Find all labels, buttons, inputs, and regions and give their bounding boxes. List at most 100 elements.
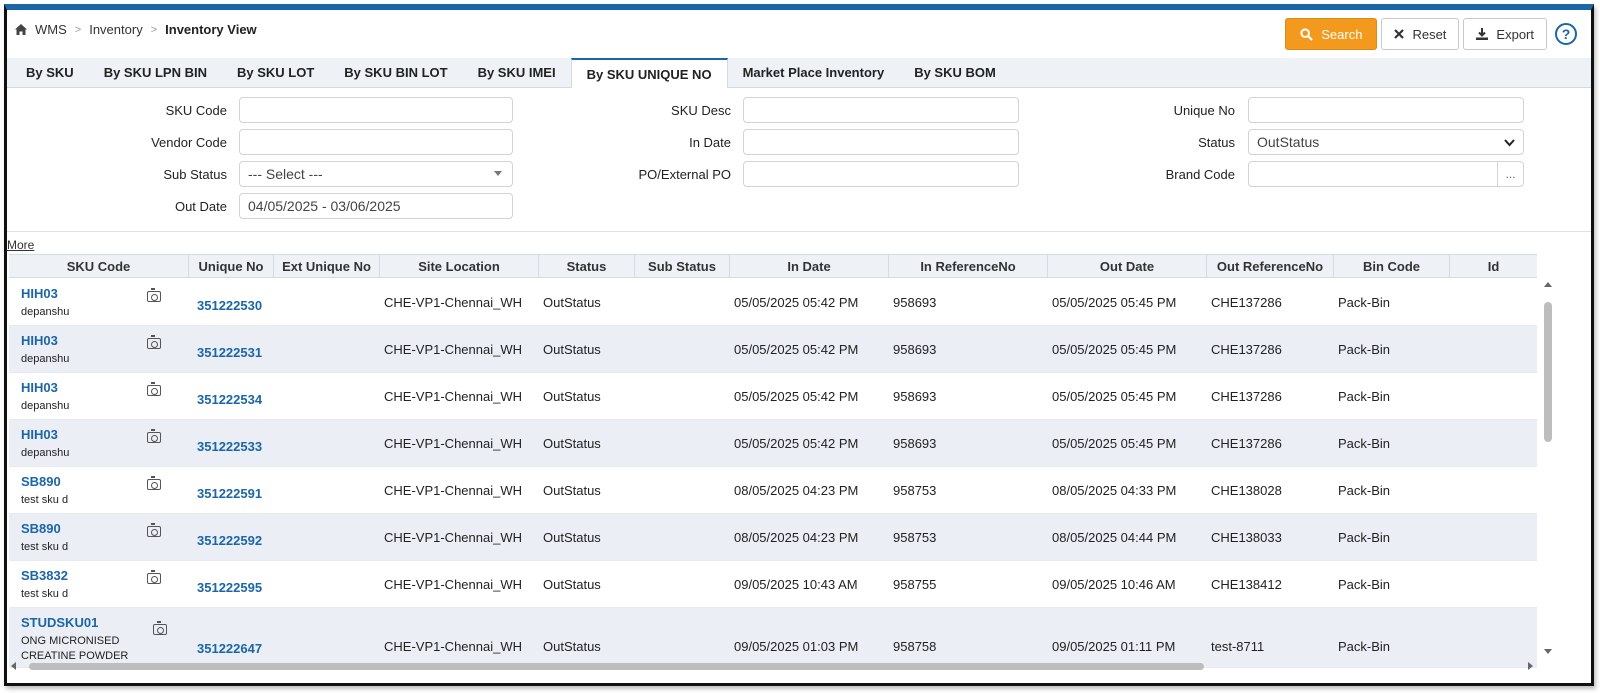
- sku-code-input[interactable]: [239, 97, 513, 123]
- tab-by-sku-lot[interactable]: By SKU LOT: [222, 58, 329, 87]
- scroll-up-icon[interactable]: [1544, 282, 1552, 287]
- tab-by-sku-unique-no[interactable]: By SKU UNIQUE NO: [570, 58, 728, 88]
- brand-code-input[interactable]: ...: [1248, 161, 1524, 187]
- ext-unique-no-cell: [274, 420, 380, 466]
- table-row[interactable]: HIH03 depanshu 351222533 CHE-VP1-Chennai_WH…: [9, 420, 1537, 467]
- sku-code-link[interactable]: HIH03: [21, 380, 58, 395]
- brand-code-lookup-button[interactable]: ...: [1497, 162, 1523, 186]
- table-row[interactable]: SB890 test sku d 351222591 CHE-VP1-Chennai_…: [9, 467, 1537, 514]
- vendor-code-input[interactable]: [239, 129, 513, 155]
- sku-code-link[interactable]: HIH03: [21, 286, 58, 301]
- tab-by-sku-lpn-bin[interactable]: By SKU LPN BIN: [89, 58, 222, 87]
- camera-icon[interactable]: [147, 335, 161, 349]
- id-cell: [1450, 420, 1537, 466]
- scroll-right-icon[interactable]: [1528, 662, 1533, 670]
- column-header-unique-no[interactable]: Unique No: [189, 255, 274, 277]
- table-row[interactable]: STUDSKU01 ONG MICRONISED CREATINE POWDER 3…: [9, 608, 1537, 668]
- column-header-out-reference-no[interactable]: Out ReferenceNo: [1207, 255, 1334, 277]
- sku-code-link[interactable]: HIH03: [21, 333, 58, 348]
- table-row[interactable]: HIH03 depanshu 351222534 CHE-VP1-Chennai_WH…: [9, 373, 1537, 420]
- column-header-site-location[interactable]: Site Location: [380, 255, 539, 277]
- camera-icon[interactable]: [147, 476, 161, 490]
- breadcrumb-inventory[interactable]: Inventory: [89, 22, 142, 37]
- sub-status-select[interactable]: --- Select ---: [239, 161, 513, 187]
- reset-button[interactable]: Reset: [1381, 18, 1460, 50]
- column-header-status[interactable]: Status: [539, 255, 635, 277]
- tab-by-sku-imei[interactable]: By SKU IMEI: [463, 58, 571, 87]
- status-select[interactable]: OutStatus: [1248, 129, 1524, 155]
- unique-no-input[interactable]: [1248, 97, 1524, 123]
- camera-icon[interactable]: [147, 429, 161, 443]
- in-date-cell: 05/05/2025 05:42 PM: [734, 388, 859, 404]
- ext-unique-no-cell: [274, 608, 380, 667]
- horizontal-scroll-thumb[interactable]: [29, 663, 1204, 670]
- camera-icon[interactable]: [147, 382, 161, 396]
- column-header-in-date[interactable]: In Date: [730, 255, 889, 277]
- sub-status-cell: [635, 561, 730, 607]
- breadcrumb: WMS > Inventory > Inventory View: [15, 22, 257, 37]
- search-icon: [1300, 27, 1314, 41]
- out-date-cell: 08/05/2025 04:44 PM: [1052, 529, 1177, 545]
- in-reference-no-cell: 958693: [893, 435, 937, 451]
- table-row[interactable]: HIH03 depanshu 351222531 CHE-VP1-Chennai_WH…: [9, 326, 1537, 373]
- id-cell: [1450, 467, 1537, 513]
- column-header-out-date[interactable]: Out Date: [1048, 255, 1207, 277]
- camera-icon[interactable]: [147, 288, 161, 302]
- sku-code-cell: HIH03 depanshu: [9, 373, 189, 419]
- unique-no-link[interactable]: 351222531: [189, 326, 274, 372]
- table-row[interactable]: SB3832 test sku d 351222595 CHE-VP1-Chennai…: [9, 561, 1537, 608]
- out-reference-no-cell: CHE138033: [1211, 529, 1282, 545]
- unique-no-link[interactable]: 351222647: [189, 608, 274, 667]
- unique-no-link[interactable]: 351222533: [189, 420, 274, 466]
- app-window: WMS > Inventory > Inventory View Search …: [4, 4, 1594, 686]
- scroll-down-icon[interactable]: [1544, 649, 1552, 654]
- in-date-input[interactable]: [743, 129, 1019, 155]
- sku-code-link[interactable]: SB890: [21, 521, 61, 536]
- sub-status-label: Sub Status: [163, 167, 227, 182]
- bin-code-cell: Pack-Bin: [1338, 639, 1391, 654]
- tab-by-sku-bom[interactable]: By SKU BOM: [899, 58, 1011, 87]
- help-icon[interactable]: ?: [1555, 23, 1577, 45]
- sku-desc-input[interactable]: [743, 97, 1019, 123]
- column-header-sku-code[interactable]: SKU Code: [9, 255, 189, 277]
- table-row[interactable]: SB890 test sku d 351222592 CHE-VP1-Chennai_…: [9, 514, 1537, 561]
- breadcrumb-wms[interactable]: WMS: [35, 22, 67, 37]
- horizontal-scrollbar[interactable]: [7, 660, 1537, 672]
- out-reference-no-cell: CHE137286: [1211, 294, 1282, 310]
- out-reference-no-cell: CHE137286: [1211, 341, 1282, 357]
- sku-code-link[interactable]: HIH03: [21, 427, 58, 442]
- unique-no-link[interactable]: 351222591: [189, 467, 274, 513]
- sku-code-link[interactable]: SB3832: [21, 568, 68, 583]
- tab-by-sku-bin-lot[interactable]: By SKU BIN LOT: [329, 58, 462, 87]
- search-button[interactable]: Search: [1285, 18, 1378, 50]
- vertical-scroll-thumb[interactable]: [1544, 302, 1552, 442]
- scroll-left-icon[interactable]: [11, 662, 16, 670]
- sku-code-link[interactable]: SB890: [21, 474, 61, 489]
- table-row[interactable]: HIH03 depanshu 351222530 CHE-VP1-Chennai_WH…: [9, 279, 1537, 326]
- site-location-cell: CHE-VP1-Chennai_WH: [384, 482, 522, 498]
- more-link[interactable]: More: [7, 238, 34, 252]
- export-button[interactable]: Export: [1463, 18, 1547, 50]
- camera-icon[interactable]: [153, 621, 167, 635]
- tab-market-place-inventory[interactable]: Market Place Inventory: [728, 58, 900, 87]
- unique-no-link[interactable]: 351222592: [189, 514, 274, 560]
- unique-no-link[interactable]: 351222534: [189, 373, 274, 419]
- in-date-cell: 05/05/2025 05:42 PM: [734, 341, 859, 357]
- camera-icon[interactable]: [147, 523, 161, 537]
- tab-by-sku[interactable]: By SKU: [11, 58, 89, 87]
- column-header-ext-unique-no[interactable]: Ext Unique No: [274, 255, 380, 277]
- out-date-input[interactable]: 04/05/2025 - 03/06/2025: [239, 193, 513, 219]
- sku-code-link[interactable]: STUDSKU01: [21, 615, 98, 630]
- status-cell: OutStatus: [543, 294, 601, 310]
- sku-code-cell: SB3832 test sku d: [9, 561, 189, 607]
- column-header-id[interactable]: Id: [1450, 255, 1537, 277]
- vertical-scrollbar[interactable]: [1541, 278, 1555, 658]
- column-header-sub-status[interactable]: Sub Status: [635, 255, 730, 277]
- unique-no-link[interactable]: 351222530: [189, 279, 274, 325]
- column-header-in-reference-no[interactable]: In ReferenceNo: [889, 255, 1048, 277]
- po-external-input[interactable]: [743, 161, 1019, 187]
- home-icon[interactable]: [15, 24, 27, 35]
- camera-icon[interactable]: [147, 570, 161, 584]
- column-header-bin-code[interactable]: Bin Code: [1334, 255, 1450, 277]
- unique-no-link[interactable]: 351222595: [189, 561, 274, 607]
